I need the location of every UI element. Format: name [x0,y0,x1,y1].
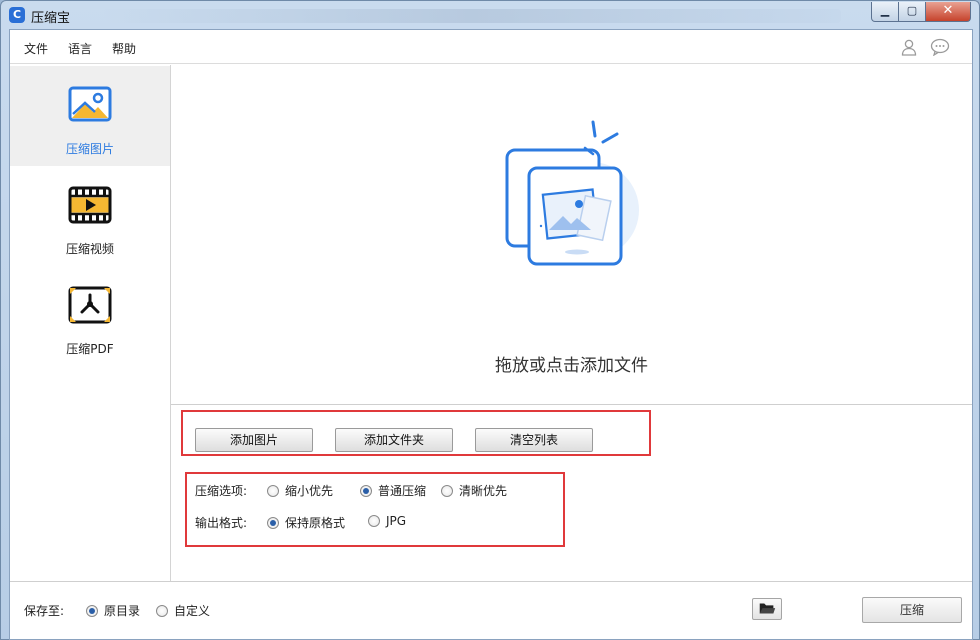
user-icon[interactable] [900,38,918,56]
radio-normal-compress[interactable]: 普通压缩 [360,482,426,499]
compress-options-label: 压缩选项: [195,484,248,498]
folder-icon [759,603,776,614]
add-images-button[interactable]: 添加图片 [195,428,313,452]
radio-label: 自定义 [174,604,211,618]
save-to-label: 保存至: [24,604,65,618]
blurred-taskbar-strip [101,9,841,23]
sidebar-item-label: 压缩PDF [66,342,114,356]
menu-language[interactable]: 语言 [68,40,92,57]
menu-help[interactable]: 帮助 [112,40,136,57]
sidebar-item-compress-pdf[interactable]: 压缩PDF [10,266,170,366]
sidebar-item-label: 压缩图片 [65,142,114,156]
radio-label: 清晰优先 [459,484,508,498]
title-bar[interactable]: C 压缩宝 ▁ ▢ ✕ [1,1,979,29]
radio-indicator [267,517,279,529]
radio-indicator [441,485,453,497]
app-logo-icon: C [9,7,25,23]
video-icon [68,186,112,224]
chat-icon[interactable] [930,38,950,56]
radio-clarity-first[interactable]: 清晰优先 [441,482,507,499]
drop-zone[interactable]: 拖放或点击添加文件 [171,65,972,405]
radio-indicator [267,485,279,497]
radio-indicator [86,605,98,617]
image-icon [68,86,112,122]
radio-indicator [360,485,372,497]
app-window: C 压缩宝 ▁ ▢ ✕ 文件 语言 帮助 压缩图片 压缩视频 压缩PDF 拖放或… [0,0,980,640]
menu-file[interactable]: 文件 [24,40,48,57]
output-format-label: 输出格式: [195,516,248,530]
radio-jpg[interactable]: JPG [368,514,406,528]
radio-label: 保持原格式 [285,516,346,530]
options-highlight: 压缩选项: 缩小优先 普通压缩 清晰优先 输出格式: 保持原格式 JPG [185,472,565,547]
client-area: 文件 语言 帮助 压缩图片 压缩视频 压缩PDF 拖放或点击添加文件 添加图片 … [9,29,973,640]
radio-label: 原目录 [104,604,141,618]
add-files-illustration-icon [505,120,639,266]
menu-bar: 文件 语言 帮助 [10,30,972,64]
file-buttons-highlight: 添加图片 添加文件夹 清空列表 [181,410,651,456]
radio-keep-format[interactable]: 保持原格式 [267,514,345,531]
window-title: 压缩宝 [31,11,71,26]
radio-label: 普通压缩 [378,484,427,498]
sidebar-item-label: 压缩视频 [65,242,114,256]
open-folder-button[interactable] [752,598,782,620]
sidebar: 压缩图片 压缩视频 压缩PDF [10,65,171,581]
maximize-button[interactable]: ▢ [898,2,926,22]
add-folder-button[interactable]: 添加文件夹 [335,428,453,452]
footer-bar: 保存至: 原目录 自定义 压缩 [10,581,972,639]
radio-label: JPG [386,514,407,528]
sidebar-item-compress-video[interactable]: 压缩视频 [10,166,170,266]
radio-smaller-first[interactable]: 缩小优先 [267,482,333,499]
radio-indicator [156,605,168,617]
radio-indicator [368,515,380,527]
minimize-button[interactable]: ▁ [871,2,899,22]
drop-prompt: 拖放或点击添加文件 [495,356,648,376]
clear-list-button[interactable]: 清空列表 [475,428,593,452]
close-button[interactable]: ✕ [925,2,971,22]
sidebar-item-compress-image[interactable]: 压缩图片 [10,66,170,166]
radio-custom-dir[interactable]: 自定义 [156,602,210,619]
start-compress-button[interactable]: 压缩 [862,597,962,623]
radio-label: 缩小优先 [285,484,334,498]
pdf-icon [68,286,112,324]
radio-original-dir[interactable]: 原目录 [86,602,140,619]
